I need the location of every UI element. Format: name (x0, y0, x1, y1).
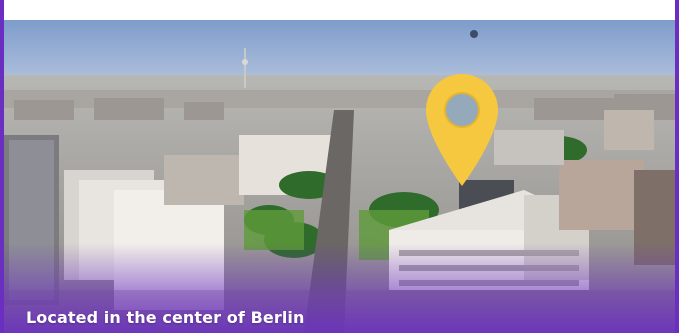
location-caption: Located in the center of Berlin (26, 308, 305, 327)
hero-image-card: Located in the center of Berlin (0, 0, 679, 333)
top-white-band (4, 0, 675, 20)
right-purple-edge (675, 0, 679, 333)
location-pin-icon (424, 72, 500, 190)
berlin-aerial-photo (4, 20, 675, 333)
